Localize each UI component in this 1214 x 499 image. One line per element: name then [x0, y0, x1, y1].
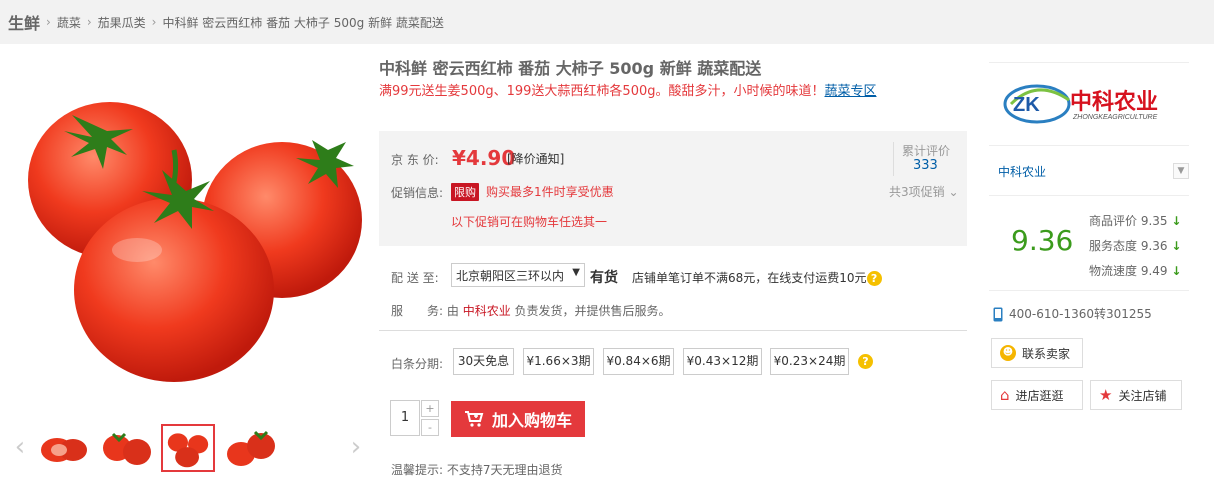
- arrow-down-icon: ↓: [1171, 239, 1182, 253]
- cart-icon: [464, 411, 484, 427]
- divider: [989, 290, 1189, 291]
- divider: [989, 62, 1189, 63]
- divider: [989, 145, 1189, 146]
- shop-name-link[interactable]: 中科农业: [998, 163, 1046, 180]
- product-promo-text: 满99元送生姜500g、199送大蒜西红柿各500g。酸甜多汁，小时候的味道！蔬…: [379, 82, 894, 102]
- breadcrumb-item-vegetables[interactable]: 蔬菜: [57, 14, 81, 31]
- service-prefix: 由: [446, 304, 463, 318]
- limit-badge: 限购: [451, 183, 479, 201]
- breadcrumb-item-product: 中科鲜 密云西红柿 番茄 大柿子 500g 新鲜 蔬菜配送: [162, 15, 444, 30]
- price-value: ¥4.90: [452, 146, 516, 170]
- divider: [989, 195, 1189, 196]
- cart-button-label: 加入购物车: [491, 411, 572, 430]
- thumbnail-3[interactable]: [161, 424, 215, 472]
- review-count-link[interactable]: 333: [913, 158, 938, 173]
- score-value: 9.35: [1140, 214, 1168, 228]
- shop-logo-subtext: ZHONGKEAGRICULTURE: [1073, 114, 1158, 121]
- product-main-image[interactable]: [12, 70, 367, 390]
- installment-label: 白条分期:: [391, 357, 444, 371]
- address-value: 北京朝阳区三环以内: [456, 269, 565, 283]
- score-row: 物流速度 9.49 ↓: [1089, 262, 1181, 279]
- chevron-right-icon: ›: [86, 15, 92, 29]
- shop-phone-number: 400-610-1360转301255: [1009, 307, 1152, 321]
- product-info: 中科鲜 密云西红柿 番茄 大柿子 500g 新鲜 蔬菜配送 满99元送生姜500…: [379, 58, 969, 102]
- enter-shop-button[interactable]: ⌂ 进店逛逛: [991, 380, 1083, 410]
- delivery-label: 配 送 至:: [391, 271, 439, 285]
- add-to-cart-button[interactable]: 加入购物车: [451, 401, 585, 437]
- promo-description: 满99元送生姜500g、199送大蒜西红柿各500g。酸甜多汁，小时候的味道！: [379, 84, 825, 99]
- help-icon[interactable]: ?: [858, 354, 873, 369]
- divider: [379, 330, 967, 331]
- promo-link[interactable]: 蔬菜专区: [825, 84, 877, 99]
- arrow-down-icon: ↓: [1171, 214, 1182, 228]
- chevron-right-icon: ›: [46, 15, 51, 29]
- breadcrumb-item-category[interactable]: 茄果瓜类: [98, 14, 146, 31]
- shop-logo-mark-icon: ZK: [1003, 84, 1071, 124]
- follow-shop-button[interactable]: ★ 关注店铺: [1090, 380, 1182, 410]
- thumbnail-1[interactable]: [37, 424, 91, 472]
- score-row: 商品评价 9.35 ↓: [1089, 212, 1181, 229]
- promo-label: 促销信息:: [391, 186, 444, 200]
- score-row: 服务态度 9.36 ↓: [1089, 237, 1181, 254]
- quantity-decrease-button[interactable]: -: [421, 419, 439, 436]
- promo-note: 以下促销可在购物车任选其一: [451, 215, 608, 229]
- contact-seller-button[interactable]: ☻ 联系卖家: [991, 338, 1083, 368]
- thumb-next-arrow-icon[interactable]: ›: [348, 432, 364, 462]
- thumbnail-4[interactable]: [223, 424, 277, 472]
- thumbnail-2[interactable]: [99, 424, 153, 472]
- service-shop-link[interactable]: 中科农业: [463, 304, 511, 318]
- follow-shop-label: 关注店铺: [1118, 388, 1167, 403]
- price-box: 京 东 价: ¥4.90 [降价通知] 累计评价 333 促销信息: 限购 购买…: [379, 131, 967, 246]
- contact-seller-label: 联系卖家: [1022, 346, 1071, 361]
- score-value: 9.36: [1140, 239, 1168, 253]
- home-icon: ⌂: [1000, 386, 1010, 404]
- score-label: 物流速度: [1089, 264, 1138, 278]
- installment-option[interactable]: ¥0.23×24期: [770, 348, 849, 375]
- stock-status: 有货: [590, 270, 618, 286]
- chevron-down-icon: ▼: [572, 267, 580, 278]
- divider: [893, 142, 894, 176]
- shipping-text: 店铺单笔订单不满68元，在线支付运费10元: [632, 271, 867, 285]
- price-notice-link[interactable]: [降价通知]: [507, 150, 564, 167]
- quantity-input[interactable]: 1: [390, 400, 420, 436]
- chevron-right-icon: ›: [151, 15, 157, 29]
- arrow-down-icon: ↓: [1171, 264, 1182, 278]
- service-suffix: 负责发货，并提供售后服务。: [510, 304, 671, 318]
- shop-logo[interactable]: ZK 中科农业 ZHONGKEAGRICULTURE: [1003, 80, 1178, 126]
- review-label: 累计评价: [902, 144, 951, 158]
- installment-option[interactable]: ¥0.84×6期: [603, 348, 674, 375]
- score-value: 9.49: [1140, 264, 1168, 278]
- purchase-tip: 温馨提示: 不支持7天无理由退货: [391, 463, 563, 477]
- score-label: 服务态度: [1089, 239, 1138, 253]
- shop-logo-text: 中科农业: [1070, 89, 1159, 115]
- thumb-prev-arrow-icon[interactable]: ‹: [12, 432, 28, 462]
- chevron-down-icon[interactable]: ▼: [1173, 163, 1189, 179]
- address-select[interactable]: 北京朝阳区三环以内 ▼: [451, 263, 585, 287]
- breadcrumb-root[interactable]: 生鲜: [8, 10, 40, 34]
- quantity-increase-button[interactable]: +: [421, 400, 439, 417]
- breadcrumb: 生鲜 › 蔬菜 › 茄果瓜类 › 中科鲜 密云西红柿 番茄 大柿子 500g 新…: [0, 0, 1214, 44]
- chat-icon: ☻: [1000, 345, 1016, 361]
- shipping-info: 店铺单笔订单不满68元，在线支付运费10元?: [632, 269, 882, 286]
- shop-logo-mark: ZK: [1013, 94, 1040, 116]
- enter-shop-label: 进店逛逛: [1015, 388, 1064, 403]
- star-icon: ★: [1099, 386, 1113, 404]
- shop-overall-score: 9.36: [1011, 224, 1074, 257]
- help-icon[interactable]: ?: [866, 271, 882, 286]
- product-title: 中科鲜 密云西红柿 番茄 大柿子 500g 新鲜 蔬菜配送: [379, 59, 762, 78]
- installment-option[interactable]: ¥0.43×12期: [683, 348, 762, 375]
- shop-phone: 400-610-1360转301255: [993, 305, 1152, 322]
- score-label: 商品评价: [1089, 214, 1138, 228]
- promo-count-toggle[interactable]: 共3项促销 ⌄: [889, 183, 959, 200]
- price-label: 京 东 价:: [391, 153, 439, 167]
- service-label: 服 务:: [391, 304, 444, 318]
- phone-icon: [993, 307, 1003, 322]
- service-row: 服 务: 由 中科农业 负责发货，并提供售后服务。: [391, 302, 671, 319]
- promo-line: 购买最多1件时享受优惠: [486, 185, 614, 199]
- installment-option[interactable]: ¥1.66×3期: [523, 348, 594, 375]
- installment-option[interactable]: 30天免息: [453, 348, 514, 375]
